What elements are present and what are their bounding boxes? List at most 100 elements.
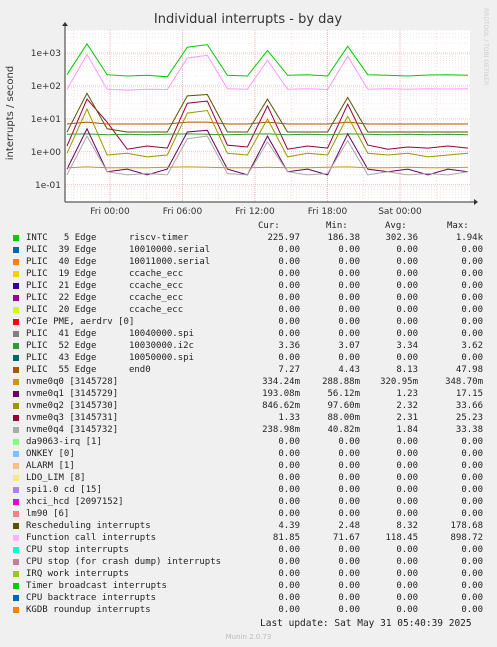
legend-cur-value: 0.00 [278,293,300,303]
legend-max-value: 0.00 [461,581,483,591]
legend-label: Timer broadcast interrupts [26,581,167,591]
legend-swatch [13,487,19,493]
legend-label: xhci_hcd [2097152] [26,497,124,507]
legend-max-value: 33.38 [455,425,483,435]
legend-row: ONKEY [0] 0.00 0.00 0.00 0.00 [0,449,497,461]
legend-max-value: 0.00 [461,557,483,567]
legend-label: nvme0q0 [3145728] [26,377,119,387]
legend-min-value: 0.00 [338,569,360,579]
legend-avg-value: 0.00 [396,437,418,447]
legend-min-value: 4.43 [338,365,360,375]
legend-min-value: 0.00 [338,545,360,555]
legend-min-value: 0.00 [338,485,360,495]
legend-cur-value: 0.00 [278,269,300,279]
y-tick-label: 1e-01 [35,181,61,191]
legend-row: PLIC 52 Edge 10030000.i2c 3.36 3.07 3.34 3.6… [0,341,497,353]
legend-avg-value: 0.00 [396,461,418,471]
legend-avg-value: 0.00 [396,593,418,603]
legend-avg-value: 0.00 [396,557,418,567]
legend-label: da9063-irq [1] [26,437,102,447]
legend-label: PLIC 21 Edge ccache_ecc [26,281,184,291]
y-axis-arrow [62,22,68,26]
legend-cur-value: 225.97 [267,233,300,243]
legend-header-avg: Avg: [385,221,407,231]
legend-label: PLIC 22 Edge ccache_ecc [26,293,184,303]
legend-avg-value: 0.00 [396,509,418,519]
legend-max-value: 0.00 [461,437,483,447]
legend-min-value: 0.00 [338,305,360,315]
legend-swatch [13,547,19,553]
legend-max-value: 0.00 [461,497,483,507]
munin-version: Munin 2.0.73 [225,633,272,641]
plot-area [65,30,470,202]
legend-avg-value: 0.00 [396,581,418,591]
legend-avg-value: 0.00 [396,545,418,555]
legend-label: PLIC 55 Edge end0 [26,365,151,375]
legend-avg-value: 8.32 [396,521,418,531]
legend-label: IRQ work interrupts [26,569,129,579]
legend-swatch [13,283,19,289]
legend-min-value: 0.00 [338,605,360,615]
legend-row: CPU backtrace interrupts 0.00 0.00 0.00 0.00 [0,593,497,605]
legend-label: CPU stop interrupts [26,545,129,555]
legend-row: Function call interrupts 81.85 71.67 118.45… [0,533,497,545]
legend-label: Function call interrupts [26,533,157,543]
legend-swatch [13,343,19,349]
legend-avg-value: 2.32 [396,401,418,411]
legend-avg-value: 8.13 [396,365,418,375]
legend-label: PLIC 20 Edge ccache_ecc [26,305,184,315]
legend-header-min: Min: [326,221,348,231]
legend-max-value: 0.00 [461,593,483,603]
rrdtool-credit: RRDTOOL / TOBI OETIKER [482,8,489,85]
y-tick-label: 1e+02 [31,82,61,92]
legend-avg-value: 302.36 [385,233,418,243]
legend-label: CPU stop (for crash dump) interrupts [26,557,222,567]
legend-swatch [13,595,19,601]
legend-cur-value: 0.00 [278,473,300,483]
legend-swatch [13,535,19,541]
legend-cur-value: 0.00 [278,329,300,339]
legend-cur-value: 238.98m [262,425,300,435]
x-tick-label: Sat 00:00 [378,207,422,217]
legend-label: Rescheduling interrupts [26,521,151,531]
legend-swatch [13,391,19,397]
x-tick-label: Fri 00:00 [90,207,130,217]
legend-cur-value: 0.00 [278,437,300,447]
legend-cur-value: 0.00 [278,461,300,471]
legend-max-value: 0.00 [461,569,483,579]
legend-min-value: 0.00 [338,437,360,447]
legend-label: PLIC 43 Edge 10050000.spi [26,353,194,363]
legend-swatch [13,511,19,517]
legend-min-value: 0.00 [338,509,360,519]
legend-cur-value: 0.00 [278,581,300,591]
legend-label: PLIC 39 Edge 10010000.serial [26,245,211,255]
legend-avg-value: 0.00 [396,353,418,363]
legend-swatch [13,559,19,565]
legend-label: nvme0q1 [3145729] [26,389,119,399]
legend-row: INTC 5 Edge riscv-timer 225.97 186.38 302.3… [0,233,497,245]
legend-min-value: 0.00 [338,245,360,255]
legend-cur-value: 81.85 [272,533,300,543]
legend-swatch [13,451,19,457]
legend-swatch [13,259,19,265]
legend-label: PLIC 41 Edge 10040000.spi [26,329,194,339]
legend-max-value: 0.00 [461,509,483,519]
legend-row: nvme0q3 [3145731] 1.33 88.00m 2.31 25.23 [0,413,497,425]
legend-label: PCIe PME, aerdrv [0] [26,317,135,327]
legend-row: PLIC 39 Edge 10010000.serial 0.00 0.00 0.00… [0,245,497,257]
legend-swatch [13,295,19,301]
legend-swatch [13,403,19,409]
legend-max-value: 0.00 [461,461,483,471]
legend-cur-value: 0.00 [278,353,300,363]
legend-max-value: 0.00 [461,257,483,267]
legend-min-value: 3.07 [338,341,360,351]
legend-cur-value: 0.00 [278,605,300,615]
legend-min-value: 0.00 [338,581,360,591]
legend-max-value: 0.00 [461,329,483,339]
legend-header-max: Max: [447,221,469,231]
legend-cur-value: 7.27 [278,365,300,375]
y-tick-label: 1e+00 [31,148,62,158]
legend-avg-value: 0.00 [396,485,418,495]
x-tick-label: Fri 18:00 [308,207,348,217]
legend-row: ALARM [1] 0.00 0.00 0.00 0.00 [0,461,497,473]
